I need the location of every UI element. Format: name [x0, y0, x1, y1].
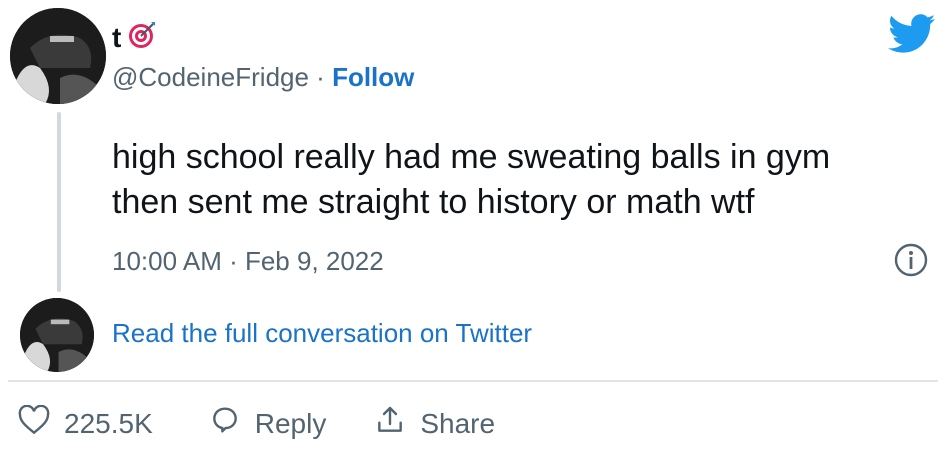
tweet-line-2: then sent me straight to history or math… — [112, 183, 755, 221]
reply-button[interactable]: Reply — [209, 404, 327, 443]
reply-bubble-icon — [209, 404, 241, 443]
read-conversation-link[interactable]: Read the full conversation on Twitter — [112, 316, 532, 350]
bullseye-icon — [127, 20, 157, 55]
like-button[interactable]: 225.5K — [18, 404, 153, 442]
handle-separator: · — [308, 62, 333, 92]
heart-icon — [18, 404, 50, 442]
author-display-name[interactable]: t — [112, 21, 121, 55]
share-label: Share — [420, 407, 496, 439]
author-handle[interactable]: @CodeineFridge — [112, 62, 309, 92]
divider — [8, 380, 938, 382]
twitter-bird-icon[interactable] — [888, 14, 936, 59]
like-count: 225.5K — [64, 407, 153, 439]
tweet-timestamp[interactable]: 10:00 AM · Feb 9, 2022 — [112, 244, 384, 278]
info-icon[interactable] — [893, 242, 929, 283]
thread-line — [57, 112, 61, 292]
tweet-line-1: high school really had me sweating balls… — [112, 138, 831, 176]
reply-label: Reply — [254, 407, 327, 439]
action-bar: 225.5K Reply Share — [18, 404, 495, 443]
author-handle-row: @CodeineFridge · Follow — [112, 60, 414, 94]
author-name-row: t — [112, 20, 157, 55]
share-icon — [374, 404, 406, 443]
reply-avatar[interactable] — [20, 298, 94, 372]
author-avatar[interactable] — [10, 8, 106, 104]
share-button[interactable]: Share — [374, 404, 495, 443]
follow-button[interactable]: Follow — [332, 62, 414, 92]
tweet-text: high school really had me sweating balls… — [112, 135, 942, 225]
